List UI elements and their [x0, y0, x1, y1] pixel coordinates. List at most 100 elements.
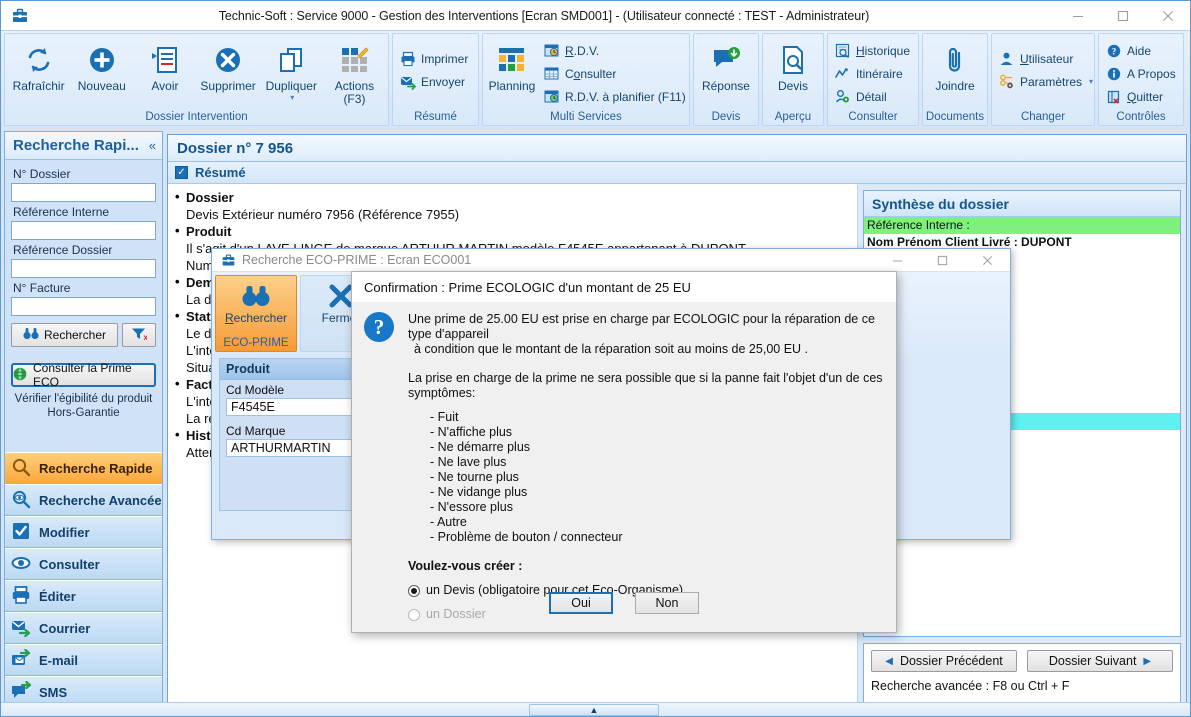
sidebar-item-modifier[interactable]: Modifier	[5, 516, 162, 548]
button-label: R.D.V.	[564, 43, 600, 58]
eco-group-label: ECO-PRIME	[223, 337, 289, 349]
minimize-button[interactable]	[1055, 1, 1100, 30]
eco-maximize-button[interactable]	[920, 249, 965, 272]
symptom-list: - Fuit - N'affiche plus - Ne démarre plu…	[430, 410, 884, 545]
sidebar-item-recherche-rapide[interactable]: Recherche Rapide	[5, 452, 162, 484]
maximize-button[interactable]	[1100, 1, 1145, 30]
button-envoyer[interactable]: Envoyer	[395, 70, 474, 93]
printer-icon	[399, 50, 416, 67]
sidebar-item-editer[interactable]: Éditer	[5, 580, 162, 612]
sms-arrow-icon	[11, 680, 32, 704]
button-nouveau[interactable]: Nouveau	[70, 38, 133, 95]
eco-window-controls	[875, 249, 1010, 272]
button-historique[interactable]: Historique	[830, 39, 916, 62]
search-button[interactable]: Rechercher	[11, 323, 118, 347]
title-bar: Technic-Soft : Service 9000 - Gestion de…	[1, 1, 1190, 30]
yes-button[interactable]: Oui	[549, 592, 613, 614]
button-label: Devis	[777, 79, 808, 93]
button-a-propos[interactable]: A Propos	[1101, 62, 1182, 85]
button-detail[interactable]: Détail	[830, 85, 916, 108]
arrow-left-icon: ◀	[885, 655, 893, 667]
sidebar-item-label: SMS	[39, 684, 68, 700]
button-joindre[interactable]: Joindre	[925, 38, 985, 95]
previous-dossier-button[interactable]: ◀ Dossier Précédent	[871, 650, 1017, 672]
button-quitter[interactable]: Quitter	[1101, 85, 1182, 108]
application-window: Technic-Soft : Service 9000 - Gestion de…	[0, 0, 1191, 717]
status-bar: ▲	[1, 702, 1190, 716]
exit-icon	[1105, 88, 1122, 105]
group-label: Contrôles	[1116, 111, 1166, 123]
check-icon[interactable]: ✓	[175, 166, 188, 179]
eco-minimize-button[interactable]	[875, 249, 920, 272]
button-parametres[interactable]: Paramètres ▾	[994, 70, 1099, 93]
button-utilisateur[interactable]: Utilisateur	[994, 47, 1099, 70]
eco-hint-line1: Vérifier l'égibilité du produit	[14, 393, 153, 405]
list-item: - Problème de bouton / connecteur	[430, 530, 623, 544]
button-reponse[interactable]: Réponse	[696, 38, 756, 95]
button-rafraichir[interactable]: Rafraîchir	[7, 38, 70, 95]
list-item: - Ne démarre plus	[430, 440, 531, 454]
label-numero-facture: N° Facture	[13, 281, 71, 295]
button-devis-apercu[interactable]: Devis	[765, 38, 821, 95]
eco-rechercher-button[interactable]: Rechercher	[225, 276, 287, 335]
button-dupliquer[interactable]: Dupliquer ▾	[260, 38, 323, 104]
scroll-up-handle[interactable]: ▲	[529, 704, 659, 716]
clear-filter-button[interactable]: x	[122, 323, 156, 347]
input-reference-dossier[interactable]	[11, 259, 156, 278]
sidebar-item-label: Recherche Avancée	[39, 492, 162, 508]
button-aide[interactable]: ? Aide	[1101, 39, 1182, 62]
close-button[interactable]	[1145, 1, 1190, 30]
button-avoir[interactable]: Avoir	[133, 38, 196, 95]
ribbon-group-apercu: Devis Aperçu	[761, 33, 824, 126]
resume-toggle[interactable]: ✓ Résumé	[168, 162, 1186, 184]
eco-close-button[interactable]	[965, 249, 1010, 272]
button-imprimer[interactable]: Imprimer	[395, 47, 474, 70]
list-item: - N'affiche plus	[430, 425, 513, 439]
sidebar-title: Recherche Rapi...	[13, 137, 139, 154]
input-numero-dossier[interactable]	[11, 183, 156, 202]
list-item: Dossier Devis Extérieur numéro 7956 (Réf…	[174, 188, 853, 223]
sidebar-header: Recherche Rapi... «	[5, 132, 162, 160]
printer-icon	[11, 585, 31, 608]
button-itineraire[interactable]: Itinéraire	[830, 62, 916, 85]
button-label: Rafraîchir	[12, 79, 65, 93]
group-label: Consulter	[848, 111, 898, 123]
button-rdv[interactable]: R.D.V.	[539, 39, 692, 62]
collapse-chevron-icon[interactable]: «	[149, 138, 156, 153]
dialog-buttons: Oui Non	[352, 592, 896, 614]
button-planning[interactable]: Planning	[485, 38, 539, 95]
detail-person-icon	[834, 88, 851, 105]
input-reference-interne[interactable]	[11, 221, 156, 240]
eco-button-label: Rechercher	[224, 311, 288, 325]
button-supprimer[interactable]: Supprimer	[197, 38, 260, 95]
sidebar-item-email[interactable]: E-mail	[5, 644, 162, 676]
magnifier-icon	[11, 457, 31, 480]
filter-clear-icon: x	[131, 327, 149, 344]
history-icon	[834, 42, 851, 59]
sidebar-item-recherche-avancee[interactable]: Recherche Avancée	[5, 484, 162, 516]
eco-rechercher-group[interactable]: Rechercher ECO-PRIME	[215, 275, 297, 352]
ribbon-group-multi-services: Planning R.D.V. Consulter R.D.V. à plani…	[481, 33, 692, 126]
button-rdv-a-planifier[interactable]: R.D.V. à planifier (F11)	[539, 85, 692, 108]
next-button-label: Dossier Suivant	[1048, 654, 1137, 668]
question-icon: ?	[364, 312, 394, 342]
next-dossier-button[interactable]: Dossier Suivant ▶	[1027, 650, 1173, 672]
sidebar-item-label: E-mail	[39, 652, 79, 668]
page-title: Dossier n° 7 956	[168, 135, 1186, 162]
button-consulter-rdv[interactable]: Consulter	[539, 62, 692, 85]
button-actions[interactable]: Actions (F3)	[323, 38, 386, 108]
section-head: Produit	[174, 222, 853, 240]
sidebar-item-label: Éditer	[39, 588, 76, 604]
sidebar-item-courrier[interactable]: Courrier	[5, 612, 162, 644]
button-label: Réponse	[701, 79, 750, 93]
app-icon	[217, 253, 239, 268]
chevron-down-icon[interactable]: ▾	[1089, 77, 1093, 86]
no-button[interactable]: Non	[635, 592, 699, 614]
eco-button-label: Consulter la Prime ECO	[33, 361, 132, 389]
consulter-prime-eco-button[interactable]: Consulter la Prime ECO	[11, 361, 156, 389]
sidebar-item-consulter[interactable]: Consulter	[5, 548, 162, 580]
chevron-down-icon[interactable]: ▾	[290, 93, 294, 102]
section-head: Dossier	[174, 188, 853, 206]
sidebar-nav: Recherche Rapide Recherche Avancée Modif…	[5, 452, 162, 708]
input-numero-facture[interactable]	[11, 297, 156, 316]
